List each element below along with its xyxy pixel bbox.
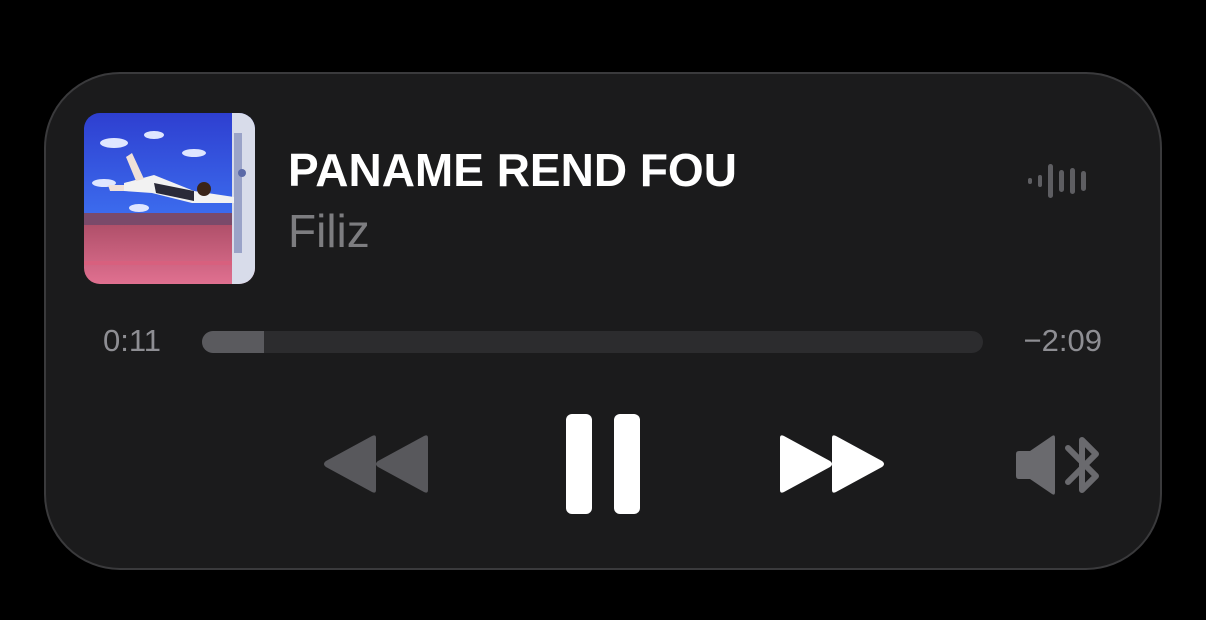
fast-forward-button[interactable] bbox=[778, 432, 888, 496]
artist-name[interactable]: Filiz bbox=[288, 204, 370, 258]
progress-fill bbox=[202, 331, 265, 353]
fast-forward-icon bbox=[780, 435, 884, 493]
rewind-icon bbox=[324, 435, 428, 493]
audio-output-button[interactable] bbox=[1014, 434, 1102, 496]
rewind-button[interactable] bbox=[320, 432, 430, 496]
waveform-icon bbox=[1026, 162, 1092, 200]
remaining-time: −2:09 bbox=[1023, 323, 1102, 358]
elapsed-time: 0:11 bbox=[103, 323, 162, 358]
speaker-bluetooth-icon bbox=[1016, 435, 1099, 495]
album-artwork[interactable] bbox=[84, 113, 255, 284]
progress-scrubber[interactable] bbox=[202, 331, 983, 353]
pause-icon bbox=[566, 414, 640, 514]
track-title: PANAME REND FOU bbox=[288, 144, 737, 196]
pause-button[interactable] bbox=[564, 413, 642, 515]
album-artwork-image bbox=[84, 113, 255, 284]
